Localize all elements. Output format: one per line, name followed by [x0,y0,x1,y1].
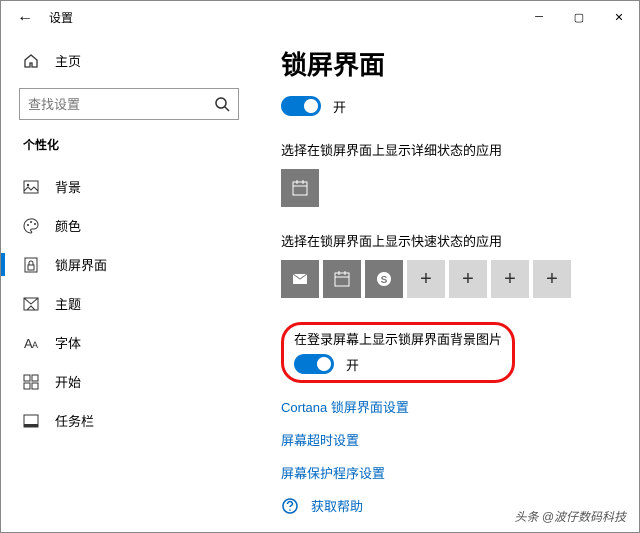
nav-taskbar[interactable]: 任务栏 [19,401,239,440]
calendar-icon [291,179,309,197]
bg-picture-toggle[interactable] [294,354,334,374]
nav-lockscreen[interactable]: 锁屏界面 [19,245,239,284]
home-link[interactable]: 主页 [19,41,239,80]
quick-app-skype[interactable]: S [365,260,403,298]
content-area: 锁屏界面 开 选择在锁屏界面上显示详细状态的应用 选择在锁屏界面上显示快速状态的… [257,33,639,532]
toggle-label: 开 [333,97,346,116]
image-icon [23,179,39,195]
quick-app-add-3[interactable]: + [491,260,529,298]
skype-icon: S [375,270,393,288]
quick-app-mail[interactable] [281,260,319,298]
nav-label: 任务栏 [55,411,94,430]
window-title: 设置 [49,9,73,26]
start-icon [23,374,39,390]
category-label: 个性化 [23,136,235,153]
lockscreen-icon [23,257,39,273]
bg-picture-label: 在登录屏幕上显示锁屏界面背景图片 [294,329,502,348]
feedback-icon [281,530,299,533]
svg-text:S: S [381,275,388,286]
link-screensaver[interactable]: 屏幕保护程序设置 [281,463,615,482]
theme-icon [23,296,39,312]
sidebar: 主页 个性化 背景 颜色 锁屏界面 主题 [1,33,257,532]
link-timeout[interactable]: 屏幕超时设置 [281,430,615,449]
help-icon [281,497,299,515]
main-toggle[interactable] [281,96,321,116]
nav-label: 字体 [55,333,81,352]
page-title: 锁屏界面 [281,45,615,82]
nav-label: 颜色 [55,216,81,235]
link-cortana[interactable]: Cortana 锁屏界面设置 [281,397,615,416]
palette-icon [23,218,39,234]
quick-app-add-2[interactable]: + [449,260,487,298]
give-feedback[interactable]: 提供反馈 [281,529,615,532]
calendar-icon [333,270,351,288]
highlighted-section: 在登录屏幕上显示锁屏界面背景图片 开 [281,322,515,383]
close-button[interactable]: ✕ [599,1,639,33]
search-input[interactable] [19,88,239,120]
nav-colors[interactable]: 颜色 [19,206,239,245]
nav-label: 开始 [55,372,81,391]
svg-text:A: A [32,340,38,350]
nav-label: 锁屏界面 [55,255,107,274]
help-label: 获取帮助 [311,496,363,515]
quick-app-add-1[interactable]: + [407,260,445,298]
quick-app-calendar[interactable] [323,260,361,298]
nav-label: 主题 [55,294,81,313]
titlebar: ← 设置 ─ ▢ ✕ [1,1,639,33]
maximize-button[interactable]: ▢ [559,1,599,33]
nav-themes[interactable]: 主题 [19,284,239,323]
mail-icon [291,270,309,288]
detail-status-label: 选择在锁屏界面上显示详细状态的应用 [281,140,615,159]
feedback-label: 提供反馈 [311,529,363,532]
home-label: 主页 [55,51,81,70]
back-button[interactable]: ← [9,8,41,26]
search-icon [214,96,230,112]
quick-status-label: 选择在锁屏界面上显示快速状态的应用 [281,231,615,250]
detail-app-calendar[interactable] [281,169,319,207]
font-icon: AA [23,335,39,351]
nav-background[interactable]: 背景 [19,167,239,206]
home-icon [23,53,39,69]
nav-label: 背景 [55,177,81,196]
search-field[interactable] [28,97,214,112]
taskbar-icon [23,413,39,429]
minimize-button[interactable]: ─ [519,1,559,33]
get-help[interactable]: 获取帮助 [281,496,615,515]
nav-start[interactable]: 开始 [19,362,239,401]
quick-app-add-4[interactable]: + [533,260,571,298]
nav-fonts[interactable]: AA 字体 [19,323,239,362]
toggle-label: 开 [346,355,359,374]
